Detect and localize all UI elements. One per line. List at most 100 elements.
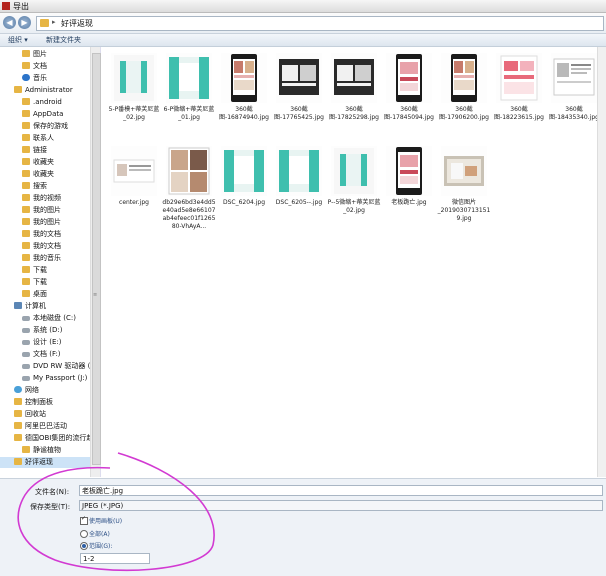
nav-item-label: 设计 (E:) — [33, 338, 62, 346]
nav-item[interactable]: 我的音乐 — [0, 253, 100, 264]
file-thumbnail — [331, 53, 377, 103]
file-item[interactable]: 360截图-17825298.jpg — [327, 53, 381, 141]
folder-icon — [22, 446, 30, 453]
nav-item[interactable]: 联系人 — [0, 133, 100, 144]
nav-item[interactable]: 本地磁盘 (C:) — [0, 313, 100, 324]
file-item[interactable]: db29e6bd3e4dd5e40ad5e8e66107ab4efeec01f1… — [162, 146, 216, 234]
organize-button[interactable]: 组织 ▾ — [8, 35, 28, 45]
nav-item[interactable]: 回收站 — [0, 409, 100, 420]
file-name: 360截图-17765425.jpg — [274, 106, 324, 121]
address-bar: ◀ ▶ ▸ 好评返现 — [0, 13, 606, 34]
address-path-box[interactable]: ▸ 好评返现 — [36, 16, 604, 31]
file-item[interactable]: center.jpg — [107, 146, 161, 234]
nav-item-label: 我的视频 — [33, 194, 61, 202]
file-name: 360截图-18435340.jpg — [549, 106, 599, 121]
file-item[interactable]: 360截图-17845094.jpg — [382, 53, 436, 141]
file-item[interactable]: 微信图片_20190307131519.jpg — [437, 146, 491, 234]
filename-input[interactable]: 老板跪亡.jpg — [79, 485, 603, 496]
file-item[interactable]: DSC_6205--.jpg — [272, 146, 326, 234]
file-list[interactable]: 5-P番模+蒂芙尼蓝_02.jpg 6-P微缩+蒂芙尼蓝_01.jpg 360截图-… — [101, 47, 602, 477]
file-item[interactable]: P--5微缩+蒂芙尼蓝_02.jpg — [327, 146, 381, 234]
navigation-pane[interactable]: 图片文档音乐 Administrator .android AppData 保存的游戏联… — [0, 47, 101, 477]
nav-item[interactable]: 文档 — [0, 61, 100, 72]
all-radio-label: 全部(A) — [89, 531, 110, 538]
file-thumbnail — [221, 146, 267, 196]
file-item[interactable]: 5-P番模+蒂芙尼蓝_02.jpg — [107, 53, 161, 141]
nav-item[interactable]: 静谧植物 — [0, 445, 100, 456]
nav-scrollbar-thumb[interactable] — [92, 53, 101, 465]
nav-item-label: 回收站 — [25, 410, 46, 418]
file-thumbnail — [441, 146, 487, 196]
nav-item-label: 保存的游戏 — [33, 122, 68, 130]
back-arrow-icon[interactable]: ◀ — [3, 16, 16, 29]
all-radio[interactable] — [80, 530, 88, 538]
nav-item[interactable]: .android — [0, 97, 100, 108]
use-artboards-checkbox[interactable] — [80, 515, 88, 525]
nav-item-label: 下载 — [33, 278, 47, 286]
file-item[interactable]: 360截图-17906200.jpg — [437, 53, 491, 141]
nav-item[interactable]: 保存的游戏 — [0, 121, 100, 132]
nav-item-label: 阿里巴巴活动 — [25, 422, 67, 430]
file-item[interactable]: 360截图-18435340.jpg — [547, 53, 601, 141]
file-name: center.jpg — [119, 199, 149, 206]
nav-item[interactable]: 我的视频 — [0, 193, 100, 204]
folder-icon — [14, 458, 22, 465]
file-item[interactable]: 360截图-17765425.jpg — [272, 53, 326, 141]
nav-item[interactable]: 计算机 — [0, 301, 100, 312]
nav-item[interactable]: 下载 — [0, 277, 100, 288]
nav-item[interactable]: 阿里巴巴活动 — [0, 421, 100, 432]
new-folder-button[interactable]: 新建文件夹 — [46, 35, 81, 45]
folder-icon — [22, 98, 30, 105]
nav-item-label: 我的文档 — [33, 230, 61, 238]
file-name: P--5微缩+蒂芙尼蓝_02.jpg — [327, 199, 381, 214]
nav-item-label: 网络 — [25, 386, 39, 394]
nav-item[interactable]: 音乐 — [0, 73, 100, 84]
range-radio[interactable] — [80, 542, 88, 550]
nav-item[interactable]: 设计 (E:) — [0, 337, 100, 348]
nav-item[interactable]: 网络 — [0, 385, 100, 396]
range-radio-label: 范围(G): — [89, 543, 113, 550]
app-icon — [2, 2, 10, 10]
nav-item[interactable]: 我的文档 — [0, 241, 100, 252]
nav-item[interactable]: 桌面 — [0, 289, 100, 300]
nav-item-label: 静谧植物 — [33, 446, 61, 454]
save-options-panel: 文件名(N): 老板跪亡.jpg 保存类型(T): JPEG (*.JPG) 使… — [0, 478, 606, 576]
nav-item[interactable]: My Passport (J:) — [0, 373, 100, 384]
nav-item[interactable]: 下载 — [0, 265, 100, 276]
nav-item[interactable]: 图片 — [0, 49, 100, 60]
nav-scrollbar[interactable]: ≡ — [90, 47, 101, 477]
nav-item[interactable]: 收藏夹 — [0, 157, 100, 168]
nav-item[interactable]: 搜索 — [0, 181, 100, 192]
nav-item[interactable]: 收藏夹 — [0, 169, 100, 180]
file-item[interactable]: 360截图-16874940.jpg — [217, 53, 271, 141]
folder-icon — [14, 86, 22, 93]
nav-item-label: 文档 — [33, 62, 47, 70]
nav-item[interactable]: 德国OBI集团的流行趋 — [0, 433, 100, 444]
file-thumbnail — [276, 146, 322, 196]
folder-icon — [22, 158, 30, 165]
nav-item[interactable]: 系统 (D:) — [0, 325, 100, 336]
forward-arrow-icon[interactable]: ▶ — [18, 16, 31, 29]
file-list-scrollbar[interactable] — [597, 47, 606, 477]
folder-icon — [22, 50, 30, 57]
file-item[interactable]: 360截图-18223615.jpg — [492, 53, 546, 141]
nav-item[interactable]: AppData — [0, 109, 100, 120]
nav-item[interactable]: 链接 — [0, 145, 100, 156]
nav-item[interactable]: Administrator — [0, 85, 100, 96]
file-item[interactable]: DSC_6204.jpg — [217, 146, 271, 234]
nav-item[interactable]: 我的文档 — [0, 229, 100, 240]
nav-item[interactable]: 好评返现 — [0, 457, 100, 468]
range-input[interactable]: 1-2 — [80, 553, 150, 564]
use-artboards-label: 使用画板(U) — [89, 518, 123, 525]
nav-item[interactable]: 我的图片 — [0, 205, 100, 216]
file-type-select[interactable]: JPEG (*.JPG) — [79, 500, 603, 511]
file-item[interactable]: 6-P微缩+蒂芙尼蓝_01.jpg — [162, 53, 216, 141]
folder-icon — [22, 290, 30, 297]
nav-item[interactable]: 我的图片 — [0, 217, 100, 228]
chevron-right-icon: ▸ — [52, 18, 56, 26]
computer-icon — [14, 302, 22, 309]
nav-item[interactable]: 文档 (F:) — [0, 349, 100, 360]
file-item[interactable]: 老板跪亡.jpg — [382, 146, 436, 234]
nav-item[interactable]: 控制面板 — [0, 397, 100, 408]
nav-item[interactable]: DVD RW 驱动器 (G: — [0, 361, 100, 372]
